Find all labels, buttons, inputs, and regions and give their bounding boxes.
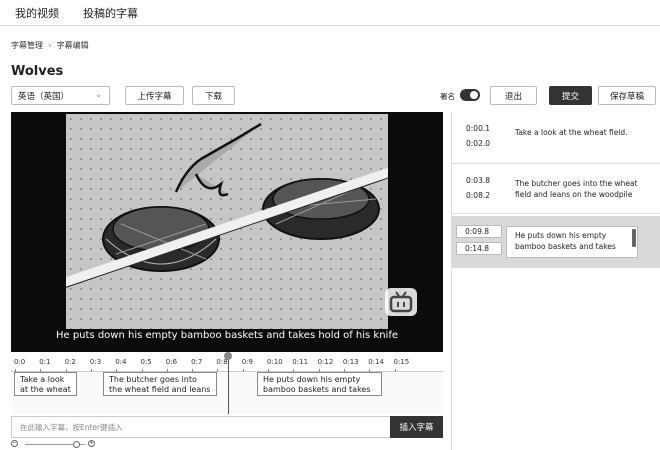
video-player[interactable]: He puts down his empty bamboo baskets an… bbox=[11, 112, 443, 352]
chevron-right-icon: › bbox=[48, 40, 52, 51]
end-time: 0:08.2 bbox=[466, 191, 490, 200]
list-item[interactable]: 0:03.8 0:08.2 The butcher goes into the … bbox=[452, 164, 660, 214]
zoom-control: − + bbox=[11, 440, 101, 449]
list-item-text: Take a look at the wheat field. bbox=[515, 128, 628, 137]
tick-label: 0:10 bbox=[267, 358, 283, 366]
tick-label: 0:15 bbox=[393, 358, 410, 366]
tick-label: 0:6 bbox=[165, 358, 178, 366]
subtitle-input[interactable] bbox=[12, 417, 390, 437]
tick-label: 0:4 bbox=[115, 358, 127, 366]
breadcrumb-parent[interactable]: 字幕管理 bbox=[11, 40, 43, 51]
scrollbar[interactable] bbox=[632, 229, 636, 247]
zoom-in-icon[interactable]: + bbox=[88, 440, 95, 447]
subtitle-text-field[interactable]: He puts down his empty bamboo baskets an… bbox=[506, 226, 638, 258]
video-frame bbox=[66, 114, 388, 329]
tick-label: 0:13 bbox=[342, 358, 359, 366]
video-illustration bbox=[66, 114, 388, 329]
subtitle-overlay: He puts down his empty bamboo baskets an… bbox=[55, 330, 398, 341]
insert-subtitle-button[interactable]: 插入字幕 bbox=[390, 416, 443, 438]
tick-label: 0:9 bbox=[241, 358, 253, 366]
start-time-field[interactable]: 0:09.8 bbox=[456, 225, 502, 238]
subtitle-input-row: 插入字幕 bbox=[11, 416, 443, 438]
tick-label: 0:14 bbox=[368, 358, 384, 366]
cue-block[interactable]: He puts down his empty bamboo baskets an… bbox=[257, 372, 382, 396]
toggle-knob bbox=[470, 91, 478, 99]
page-title: Wolves bbox=[11, 64, 64, 79]
playhead-handle[interactable] bbox=[224, 352, 232, 360]
cue-block[interactable]: The butcher goes into the wheat field an… bbox=[103, 372, 217, 396]
subtitle-list: 0:00.1 0:02.0 Take a look at the wheat f… bbox=[451, 112, 660, 450]
language-select[interactable]: 英语（英国） ⌄ bbox=[11, 86, 110, 105]
download-button[interactable]: 下载 bbox=[192, 86, 235, 105]
zoom-out-icon[interactable]: − bbox=[11, 440, 18, 447]
tick-label: 0:0 bbox=[14, 358, 26, 366]
zoom-slider-handle[interactable] bbox=[73, 441, 80, 448]
top-nav: 我的视频 投稿的字幕 bbox=[0, 0, 660, 26]
tab-submitted-subtitles[interactable]: 投稿的字幕 bbox=[83, 5, 138, 21]
sign-toggle[interactable] bbox=[460, 89, 480, 101]
tick-label: 0:1 bbox=[39, 358, 51, 366]
cue-block[interactable]: Take a look at the wheat bbox=[14, 372, 77, 396]
tick-label: 0:11 bbox=[292, 358, 309, 366]
start-time: 0:03.8 bbox=[466, 176, 490, 185]
language-select-value: 英语（英国） bbox=[18, 91, 70, 102]
start-time: 0:00.1 bbox=[466, 124, 490, 133]
chevron-down-icon: ⌄ bbox=[95, 90, 102, 99]
breadcrumb: 字幕管理 › 字幕编辑 bbox=[11, 40, 89, 51]
tick-label: 0:7 bbox=[191, 358, 203, 366]
upload-subtitle-button[interactable]: 上传字幕 bbox=[125, 86, 184, 105]
sign-label: 署名 bbox=[440, 92, 455, 101]
submit-button[interactable]: 提交 bbox=[549, 86, 592, 105]
tab-my-videos[interactable]: 我的视频 bbox=[15, 5, 59, 21]
breadcrumb-current: 字幕编辑 bbox=[56, 41, 89, 50]
exit-button[interactable]: 退出 bbox=[490, 86, 537, 105]
save-draft-button[interactable]: 保存草稿 bbox=[598, 86, 656, 105]
playhead[interactable] bbox=[228, 352, 229, 414]
tick-label: 0:2 bbox=[64, 358, 76, 366]
list-item[interactable]: 0:00.1 0:02.0 Take a look at the wheat f… bbox=[452, 112, 660, 164]
list-item-text: The butcher goes into the wheat field an… bbox=[515, 179, 638, 199]
tick-label: 0:12 bbox=[317, 358, 334, 366]
tv-logo-icon bbox=[385, 288, 417, 316]
tick-label: 0:3 bbox=[89, 358, 102, 366]
end-time-field[interactable]: 0:14.8 bbox=[456, 242, 502, 255]
end-time: 0:02.0 bbox=[466, 139, 490, 148]
list-item-active[interactable]: 0:09.8 0:14.8 He puts down his empty bam… bbox=[452, 216, 660, 268]
tick-label: 0:5 bbox=[140, 358, 152, 366]
